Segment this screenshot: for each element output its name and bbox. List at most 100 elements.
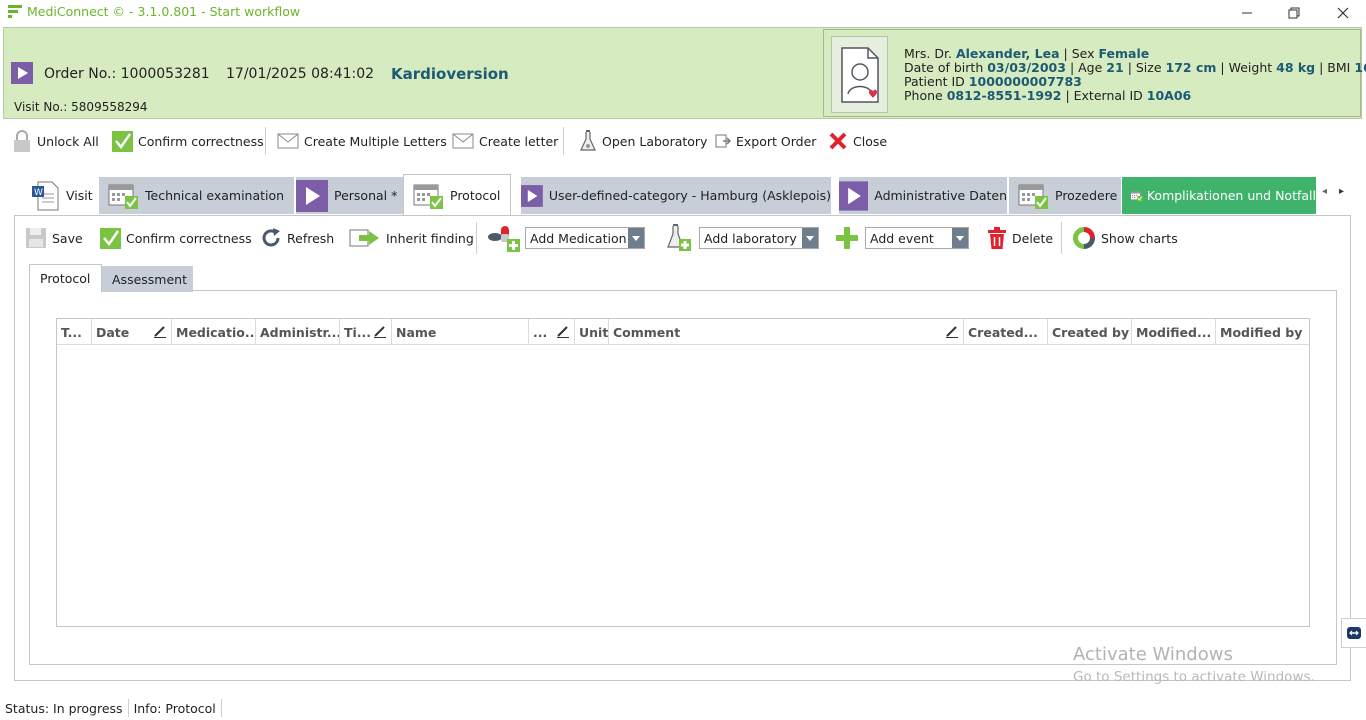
column-header-modified[interactable]: Modified... <box>1132 319 1216 345</box>
toolbar-separator <box>563 127 564 155</box>
external-id: 10A06 <box>1146 88 1192 103</box>
create-multiple-letters-button[interactable]: Create Multiple Letters <box>277 125 447 157</box>
chevron-down-icon <box>802 228 818 248</box>
title-bar: MediConnect © - 3.1.0.801 - Start workfl… <box>0 0 1366 25</box>
export-icon <box>715 134 731 148</box>
save-button[interactable]: Save <box>25 222 83 254</box>
patient-sex: Female <box>1098 46 1150 61</box>
delete-button[interactable]: Delete <box>987 222 1053 254</box>
patient-id: 1000000007783 <box>968 74 1082 89</box>
close-window-button[interactable] <box>1320 0 1366 25</box>
show-charts-button[interactable]: Show charts <box>1072 222 1178 254</box>
open-laboratory-button[interactable]: Open Laboratory <box>579 125 707 157</box>
tab-strip: W Visit Technical examination Personal *… <box>0 174 1366 216</box>
activation-watermark-subtitle: Go to Settings to activate Windows. <box>1073 669 1315 685</box>
tab-visit[interactable]: W Visit <box>22 177 98 214</box>
main-toolbar: Unlock All Confirm correctness Create Mu… <box>0 125 1366 157</box>
column-header-medication[interactable]: Medicatio... <box>172 319 256 345</box>
patient-weight: 48 kg <box>1276 60 1316 75</box>
unlock-all-button[interactable]: Unlock All <box>12 125 99 157</box>
column-header-created[interactable]: Created... <box>964 319 1048 345</box>
add-event-plus-icon[interactable] <box>835 226 859 250</box>
tab-prozedere[interactable]: Prozedere <box>1009 177 1121 214</box>
window-title: MediConnect © - 3.1.0.801 - Start workfl… <box>27 4 301 19</box>
activation-watermark-title: Activate Windows <box>1073 644 1233 665</box>
floppy-disk-icon <box>26 228 46 248</box>
tab-komplikationen[interactable]: Komplikationen und Notfall <box>1122 177 1316 214</box>
patient-bmi: 16.2 <box>1354 60 1366 75</box>
tab-user-defined-category[interactable]: User-defined-category - Hamburg (Asklepo… <box>521 177 831 214</box>
column-header-administration[interactable]: Administr... <box>256 319 340 345</box>
add-laboratory-icon[interactable] <box>666 223 692 253</box>
checkmark-icon <box>100 227 121 249</box>
calendar-check-icon <box>1130 190 1143 201</box>
play-icon <box>296 179 328 212</box>
calendar-check-icon <box>413 184 443 209</box>
envelope-icon <box>452 133 474 149</box>
confirm-correctness-button[interactable]: Confirm correctness <box>112 125 264 157</box>
tab-scroll-left-icon[interactable]: ◂ <box>1322 186 1327 197</box>
patient-avatar <box>831 36 888 113</box>
column-header-date[interactable]: Date <box>92 319 172 345</box>
subtab-assessment[interactable]: Assessment <box>102 266 193 292</box>
tab-protocol[interactable]: Protocol <box>403 174 511 216</box>
add-event-select[interactable]: Add event <box>865 227 969 249</box>
status-text: Status: In progress <box>0 699 129 717</box>
inherit-finding-button[interactable]: Inherit finding <box>349 222 474 254</box>
pencil-icon <box>945 324 959 338</box>
add-medication-select[interactable]: Add Medication <box>525 227 645 249</box>
tab-scroll-right-icon[interactable]: ▸ <box>1339 186 1344 197</box>
pencil-icon <box>556 324 570 338</box>
visit-number: Visit No.: 5809558294 <box>14 100 148 114</box>
side-panel-handle[interactable] <box>1341 618 1366 648</box>
pencil-icon <box>373 324 387 338</box>
column-header[interactable]: T... <box>57 319 92 345</box>
tab-administrative-daten[interactable]: Administrative Daten <box>839 177 1007 214</box>
column-header-name[interactable]: Name <box>392 319 529 345</box>
envelope-icon <box>277 133 299 149</box>
refresh-button[interactable]: Refresh <box>260 222 334 254</box>
subtab-protocol[interactable]: Protocol <box>29 264 102 292</box>
grid-header: T... Date Medicatio... Administr... Ti..… <box>57 319 1309 345</box>
patient-avatar-icon <box>840 46 879 103</box>
toolbar-separator <box>476 222 477 254</box>
column-header-comment[interactable]: Comment <box>609 319 964 345</box>
status-info: Info: Protocol <box>129 699 222 717</box>
app-logo-icon <box>8 5 22 18</box>
patient-size: 172 cm <box>1165 60 1217 75</box>
patient-dob: 03/03/2003 <box>987 60 1066 75</box>
add-laboratory-select[interactable]: Add laboratory <box>699 227 819 249</box>
tab-technical-examination[interactable]: Technical examination <box>99 177 294 214</box>
svg-text:W: W <box>34 188 43 198</box>
create-letter-button[interactable]: Create letter <box>452 125 558 157</box>
patient-card: Mrs. Dr. Alexander, Lea | Sex Female Dat… <box>823 29 1366 117</box>
toolbar-separator <box>265 127 266 155</box>
patient-info: Mrs. Dr. Alexander, Lea | Sex Female Dat… <box>904 47 1366 103</box>
patient-name: Alexander, Lea <box>955 46 1060 61</box>
tab-personal[interactable]: Personal * <box>296 177 403 214</box>
play-icon <box>521 184 543 207</box>
column-header-created-by[interactable]: Created by <box>1048 319 1132 345</box>
panel-confirm-correctness-button[interactable]: Confirm correctness <box>100 222 252 254</box>
play-icon <box>839 180 869 211</box>
chevron-down-icon <box>628 228 644 248</box>
order-number: Order No.: 1000053281 <box>44 66 210 82</box>
donut-chart-icon <box>1073 227 1095 249</box>
protocol-grid: T... Date Medicatio... Administr... Ti..… <box>56 318 1310 627</box>
order-datetime: 17/01/2025 08:41:02 <box>226 66 375 82</box>
column-header-unit[interactable]: Unit <box>575 319 609 345</box>
export-order-button[interactable]: Export Order <box>715 125 816 157</box>
column-header-time[interactable]: Ti... <box>340 319 392 345</box>
column-header-modified-by[interactable]: Modified by <box>1216 319 1310 345</box>
column-header-value[interactable]: ... <box>529 319 575 345</box>
pencil-icon <box>153 324 167 338</box>
close-order-button[interactable]: Close <box>828 125 887 157</box>
refresh-icon <box>262 228 280 247</box>
restore-button[interactable] <box>1271 0 1317 25</box>
calendar-check-icon <box>108 184 138 209</box>
patient-phone: 0812-8551-1992 <box>946 88 1062 103</box>
minimize-button[interactable] <box>1224 0 1270 25</box>
play-icon[interactable] <box>11 62 33 84</box>
add-medication-icon[interactable] <box>487 223 521 253</box>
red-x-icon <box>829 132 847 150</box>
